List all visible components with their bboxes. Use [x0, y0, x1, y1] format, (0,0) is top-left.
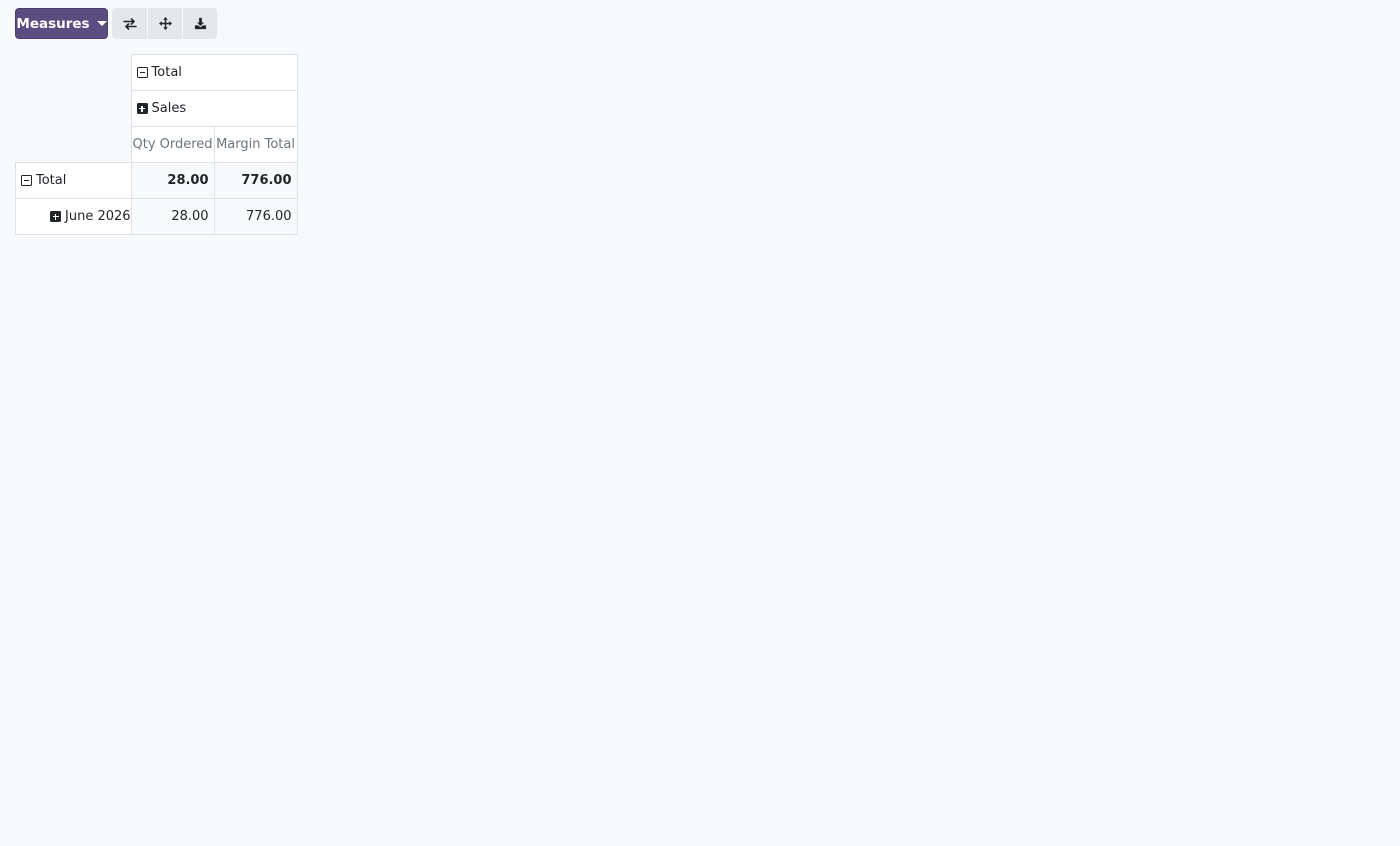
expand-all-icon	[158, 17, 172, 30]
cell-june-qty[interactable]: 28.00	[130, 198, 215, 235]
cell-total-margin[interactable]: 776.00	[213, 162, 298, 199]
collapse-icon	[136, 67, 148, 78]
caret-down-icon	[96, 21, 107, 26]
table-row-total: Total 28.00 776.00	[15, 162, 298, 199]
measure-header-margin-total[interactable]: Margin Total	[213, 126, 298, 163]
cell-total-qty[interactable]: 28.00	[130, 162, 215, 199]
row-header-june-2026[interactable]: June 2026	[15, 198, 132, 235]
download-icon	[194, 17, 206, 30]
pivot-actions-group	[112, 8, 217, 39]
expand-icon	[50, 211, 61, 222]
measure-header-qty-ordered[interactable]: Qty Ordered	[130, 126, 215, 163]
row-header-total[interactable]: Total	[15, 162, 132, 199]
pivot-table: Total Sales Qty Ordered Margin Total Tot…	[15, 54, 298, 235]
measures-dropdown-button[interactable]: Measures	[15, 8, 108, 39]
flip-axis-icon	[122, 17, 137, 30]
pivot-corner	[16, 55, 132, 91]
pivot-toolbar: Measures	[15, 8, 217, 39]
cell-june-margin[interactable]: 776.00	[213, 198, 298, 235]
column-header-total[interactable]: Total	[130, 54, 298, 91]
collapse-icon	[21, 175, 32, 186]
download-button[interactable]	[182, 8, 217, 39]
measures-label: Measures	[16, 15, 90, 32]
expand-icon	[136, 103, 148, 114]
table-row-june-2026: June 2026 28.00 776.00	[15, 198, 298, 235]
column-header-sales[interactable]: Sales	[130, 90, 298, 127]
flip-axis-button[interactable]	[112, 8, 147, 39]
expand-all-button[interactable]	[147, 8, 182, 39]
